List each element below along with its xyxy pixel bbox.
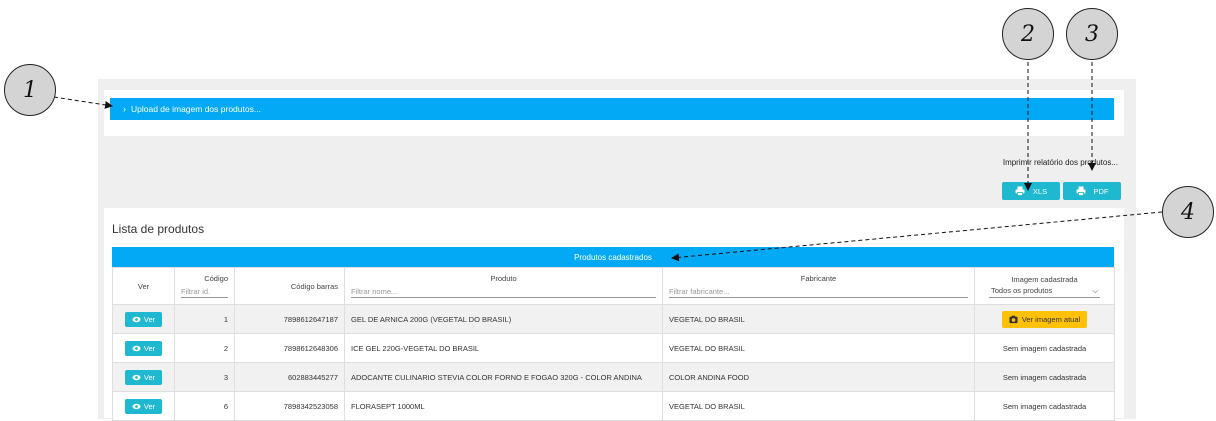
callout-2: 2 [1002, 8, 1054, 60]
callout-1-arrow [53, 96, 113, 109]
callout-1: 1 [4, 64, 56, 116]
callout-3: 3 [1066, 8, 1118, 60]
callout-4-arrow [671, 211, 1163, 262]
annotation-arrows [53, 62, 1163, 262]
callout-4: 4 [1162, 186, 1214, 238]
